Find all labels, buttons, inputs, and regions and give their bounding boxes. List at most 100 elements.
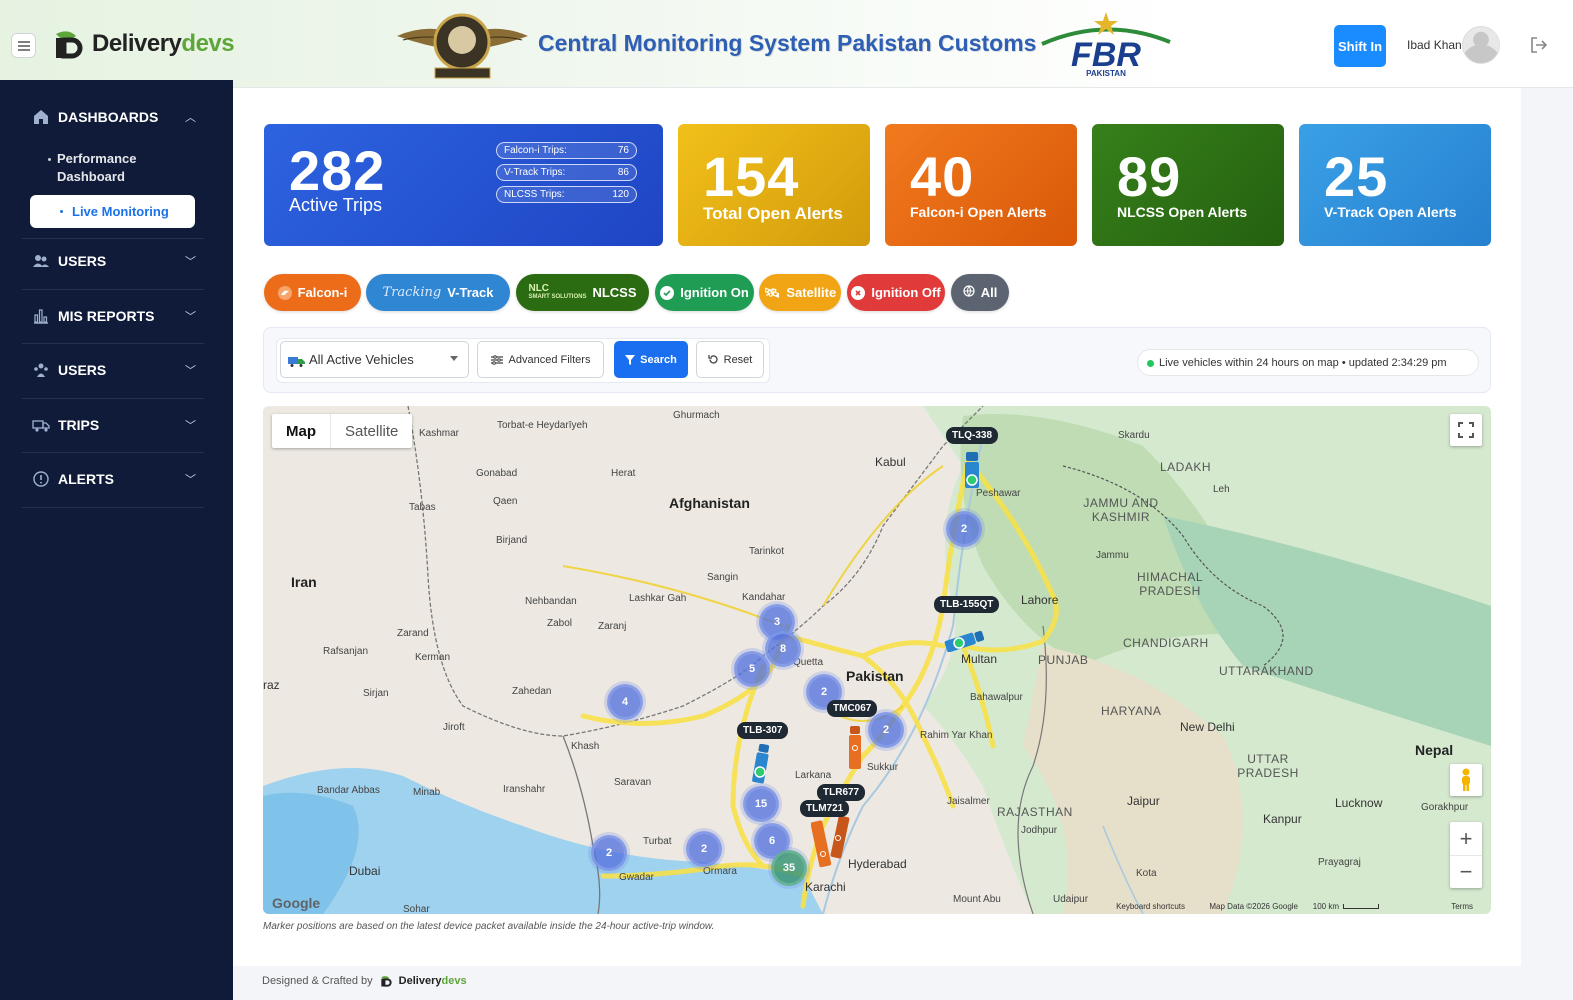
top-header: Deliverydevs Central Monitoring System P… [0,0,1573,88]
map-label-country: Pakistan [846,668,904,684]
terms-link[interactable]: Terms [1451,902,1473,911]
vehicle-cluster-marker[interactable]: 15 [743,786,779,822]
vehicle-cluster-marker[interactable]: 2 [591,835,627,871]
live-vehicle-map[interactable]: Afghanistan Pakistan Iran Nepal raz Ghur… [263,406,1491,914]
map-label-city: Tabas [409,502,436,513]
filter-chip-satellite[interactable]: 🛰 Satellite [759,274,841,311]
sidebar-item-users-2[interactable]: USERS ﹀ [32,358,202,382]
falcon-open-alerts-card[interactable]: 40 Falcon-i Open Alerts [885,124,1077,246]
vtrack-open-alerts-card[interactable]: 25 V-Track Open Alerts [1299,124,1491,246]
zoom-out-button[interactable]: − [1450,855,1482,888]
map-type-satellite-button[interactable]: Satellite [330,414,412,448]
reset-button[interactable]: Reset [696,341,764,378]
zoom-in-button[interactable]: + [1450,822,1482,855]
vehicle-cluster-marker[interactable]: 8 [765,631,801,667]
filter-chip-ignition-off[interactable]: Ignition Off [847,274,945,311]
map-label-city: Sukkur [867,762,899,773]
map-label-city: Nehbandan [525,596,577,607]
total-open-alerts-card[interactable]: 154 Total Open Alerts [678,124,870,246]
vehicle-cluster-marker[interactable]: 2 [946,511,982,547]
map-label-city: Sohar [403,904,430,914]
user-avatar[interactable] [1462,26,1500,64]
vehicle-cluster-marker[interactable]: 2 [868,712,904,748]
filter-chip-v-track[interactable]: Tracking V-Track [366,274,510,311]
filter-chip-nlcss[interactable]: NLC SMART SOLUTIONS NLCSS [516,274,649,311]
map-label-region: CHANDIGARH [1123,636,1209,650]
vehicle-label[interactable]: TLB-155QT [934,596,1000,613]
vehicle-truck-marker[interactable] [752,744,770,784]
sidebar-item-users[interactable]: USERS ﹀ [32,249,202,273]
sidebar-divider [22,343,204,344]
satellite-icon: 🛰 [763,284,781,300]
logout-icon[interactable] [1528,34,1550,56]
sidebar-item-dashboards[interactable]: DASHBOARDS ︿ [32,105,202,129]
active-trips-card[interactable]: 282 Active Trips Falcon-i Trips: 76 V-Tra… [264,124,663,246]
map-type-map-button[interactable]: Map [272,414,330,448]
map-label-city: Jammu [1096,550,1129,561]
vehicle-label[interactable]: TLB-307 [737,722,789,739]
filter-chip-falcon-i[interactable]: Falcon-i [264,274,361,311]
keyboard-shortcuts-link[interactable]: Keyboard shortcuts [1116,902,1185,911]
map-label-city: Ghurmach [673,410,720,421]
sidebar-item-label: USERS [58,362,107,378]
map-label-city: Karachi [805,880,846,894]
map-label-city: Zabol [547,618,573,629]
chevron-down-icon: ﹀ [185,365,196,377]
sidebar-item-mis-reports[interactable]: MIS REPORTS ﹀ [32,304,202,328]
sidebar-divider [22,398,204,399]
falcon-open-alerts-label: Falcon-i Open Alerts [910,204,1047,220]
map-label-city: Leh [1213,484,1230,495]
map-label-region: JAMMU AND KASHMIR [1083,496,1159,524]
chevron-down-icon: ﹀ [185,420,196,432]
vehicle-label[interactable]: TLQ-338 [946,427,999,444]
vehicle-truck-marker[interactable] [963,452,981,492]
brand-logo[interactable]: Deliverydevs [50,26,235,62]
vehicle-truck-marker[interactable] [811,814,851,874]
map-label-city: Ormara [703,866,737,877]
vtrack-trips-pill: V-Track Trips: 86 [496,164,637,181]
filter-chip-all[interactable]: All [951,274,1009,311]
sidebar-subitem-performance-dashboard[interactable]: Performance Dashboard [48,150,177,186]
street-view-pegman-button[interactable] [1450,764,1482,796]
sidebar-item-trips[interactable]: TRIPS ﹀ [32,413,202,437]
vehicle-label[interactable]: TMC067 [827,700,878,717]
map-label-city: Kerman [415,652,451,663]
chevron-down-icon: ﹀ [185,474,196,486]
advanced-filters-button[interactable]: Advanced Filters [477,341,604,378]
google-logo: Google [272,895,321,911]
vehicle-truck-marker[interactable] [847,726,863,770]
map-label-city: Rafsanjan [323,646,369,657]
vehicle-cluster-marker[interactable]: 5 [734,651,770,687]
vehicle-truck-marker[interactable] [943,630,987,652]
nlcss-open-alerts-card[interactable]: 89 NLCSS Open Alerts [1092,124,1284,246]
map-label-city: Gorakhpur [1421,802,1469,813]
sidebar-item-alerts[interactable]: ALERTS ﹀ [32,467,202,491]
menu-toggle-button[interactable] [11,33,36,58]
shift-in-button[interactable]: Shift In [1334,25,1386,67]
map-label-city: Dubai [349,864,381,878]
vehicle-cluster-marker[interactable]: 2 [686,831,722,867]
vehicle-filter-select[interactable]: All Active Vehicles [280,341,469,378]
sidebar-subitem-live-monitoring[interactable]: Live Monitoring [30,195,195,228]
vehicle-cluster-marker[interactable]: 35 [771,850,807,886]
search-button[interactable]: Search [614,341,688,378]
fullscreen-button[interactable] [1450,414,1482,446]
map-scale: 100 km [1313,902,1379,911]
map-label-country: Nepal [1415,742,1454,758]
map-label-region: LADAKH [1160,460,1212,474]
vehicle-cluster-marker[interactable]: 4 [607,684,643,720]
v-track-logo: Tracking [382,285,442,300]
globe-icon [963,285,975,300]
map-label-city: Iranshahr [503,784,546,795]
map-label-city: Kashmar [419,428,460,439]
vehicle-label[interactable]: TLR677 [817,784,866,801]
falcon-icon [277,285,292,300]
map-label-city: Zahedan [512,686,552,697]
nlc-logo: NLC SMART SOLUTIONS [528,282,587,300]
filter-chip-ignition-on[interactable]: Ignition On [655,274,754,311]
map-label-city: Bandar Abbas [317,785,380,796]
vehicle-label[interactable]: TLM721 [800,800,850,817]
user-group-icon [32,361,50,379]
map-label-city: Multan [961,652,998,666]
footer-brand[interactable]: Deliverydevs [399,975,467,987]
